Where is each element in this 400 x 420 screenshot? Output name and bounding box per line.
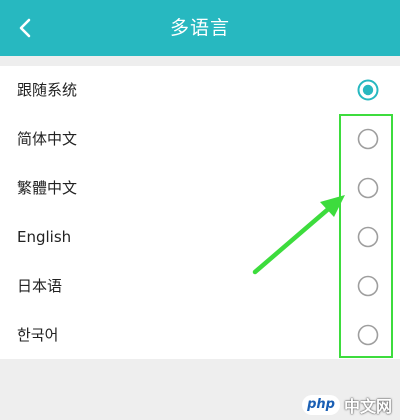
language-label: 简体中文: [17, 130, 78, 148]
language-label: English: [17, 228, 72, 246]
language-label: 日本语: [17, 277, 63, 295]
language-option-follow-system[interactable]: 跟随系统: [0, 66, 400, 114]
watermark: php 中文网: [302, 394, 392, 416]
radio-selected-icon[interactable]: [357, 79, 379, 101]
watermark-text: 中文网: [343, 397, 392, 416]
annotation-highlight-box: [339, 114, 393, 358]
divider: [0, 56, 400, 66]
watermark-logo: php: [302, 395, 340, 415]
page-title: 多语言: [169, 17, 230, 39]
language-label: 繁體中文: [17, 179, 78, 197]
language-label: 한국어: [17, 326, 59, 344]
app-bar: 多语言: [0, 0, 400, 56]
language-label: 跟随系统: [17, 81, 78, 99]
